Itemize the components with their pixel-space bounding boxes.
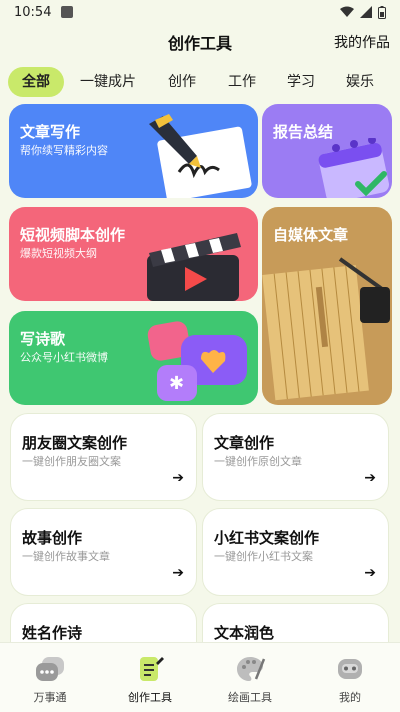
feature-card-report-summary[interactable]: 报告总结 (262, 104, 392, 198)
category-tabs: 全部 一键成片 创作 工作 学习 娱乐 (0, 66, 400, 98)
arrow-right-icon: ➔ (172, 470, 184, 486)
card-title: 文章写作 (20, 123, 81, 141)
calendar-icon (318, 138, 390, 198)
nav-label: 我的 (339, 691, 361, 704)
svg-text:✱: ✱ (169, 373, 184, 394)
card-title: 小红书文案创作 (214, 529, 320, 547)
page-header: 创作工具 我的作品 (0, 24, 400, 60)
document-pen-icon (140, 657, 164, 681)
tool-card-moments-copy[interactable]: 朋友圈文案创作 一键创作朋友圈文案 ➔ (10, 413, 197, 501)
tab-one-click-video[interactable]: 一键成片 (80, 67, 136, 97)
signal-icon (360, 6, 372, 18)
chat-icon (36, 657, 64, 681)
nav-label: 万事通 (33, 691, 67, 704)
nav-item-wanshitong[interactable]: 万事通 (0, 643, 100, 712)
tool-card-xiaohongshu-copy[interactable]: 小红书文案创作 一键创作小红书文案 ➔ (202, 508, 389, 596)
card-title: 自媒体文章 (273, 226, 349, 244)
card-title: 写诗歌 (20, 330, 66, 348)
tab-entertainment[interactable]: 娱乐 (338, 67, 382, 97)
tab-study[interactable]: 学习 (279, 67, 323, 97)
feature-card-self-media-article[interactable]: 自媒体文章 (262, 207, 392, 405)
pen-paper-icon (149, 114, 252, 198)
nav-item-drawing-tools[interactable]: 绘画工具 (200, 643, 300, 712)
chat-bubbles-icon: ✱ (147, 321, 247, 401)
card-subtitle: 爆款短视频大纲 (20, 247, 97, 260)
card-subtitle: 一键创作故事文章 (22, 550, 110, 563)
page-title: 创作工具 (167, 34, 232, 53)
nav-label: 创作工具 (128, 691, 172, 704)
arrow-right-icon: ➔ (172, 565, 184, 581)
tab-all[interactable]: 全部 (8, 67, 64, 97)
card-title: 短视频脚本创作 (20, 226, 126, 244)
feature-card-article-writing[interactable]: 文章写作 帮你续写精彩内容 (9, 104, 258, 198)
tool-card-article-creation[interactable]: 文章创作 一键创作原创文章 ➔ (202, 413, 389, 501)
card-title: 朋友圈文案创作 (22, 434, 128, 452)
status-time: 10:54 (14, 4, 52, 20)
tab-work[interactable]: 工作 (220, 67, 264, 97)
clapperboard-icon (147, 233, 241, 301)
card-subtitle: 一键创作朋友圈文案 (22, 455, 121, 468)
nav-item-mine[interactable]: 我的 (300, 643, 400, 712)
status-bar: 10:54 (0, 0, 400, 24)
tab-create[interactable]: 创作 (160, 67, 204, 97)
nav-item-creation-tools[interactable]: 创作工具 (100, 643, 200, 712)
card-title: 姓名作诗 (22, 624, 83, 642)
card-title: 文本润色 (214, 624, 275, 642)
bamboo-scroll-icon (262, 257, 390, 401)
card-subtitle: 一键创作原创文章 (214, 455, 302, 468)
card-title: 文章创作 (214, 434, 275, 452)
my-works-link[interactable]: 我的作品 (334, 32, 390, 52)
palette-icon (237, 657, 266, 681)
bottom-nav: 万事通 创作工具 绘画工具 我的 (0, 642, 400, 712)
arrow-right-icon: ➔ (364, 470, 376, 486)
card-subtitle: 一键创作小红书文案 (214, 550, 313, 563)
nav-label: 绘画工具 (228, 691, 272, 704)
feature-card-write-poem[interactable]: 写诗歌 公众号小红书微博 ✱ (9, 311, 258, 405)
robot-icon (338, 659, 362, 679)
card-title: 故事创作 (22, 529, 83, 547)
card-subtitle: 公众号小红书微博 (20, 351, 108, 364)
arrow-right-icon: ➔ (364, 565, 376, 581)
battery-icon (378, 5, 386, 19)
notification-icon (61, 6, 74, 18)
tool-card-story-creation[interactable]: 故事创作 一键创作故事文章 ➔ (10, 508, 197, 596)
card-subtitle: 帮你续写精彩内容 (20, 144, 108, 157)
feature-card-short-video-script[interactable]: 短视频脚本创作 爆款短视频大纲 (9, 207, 258, 301)
wifi-icon (340, 6, 354, 17)
